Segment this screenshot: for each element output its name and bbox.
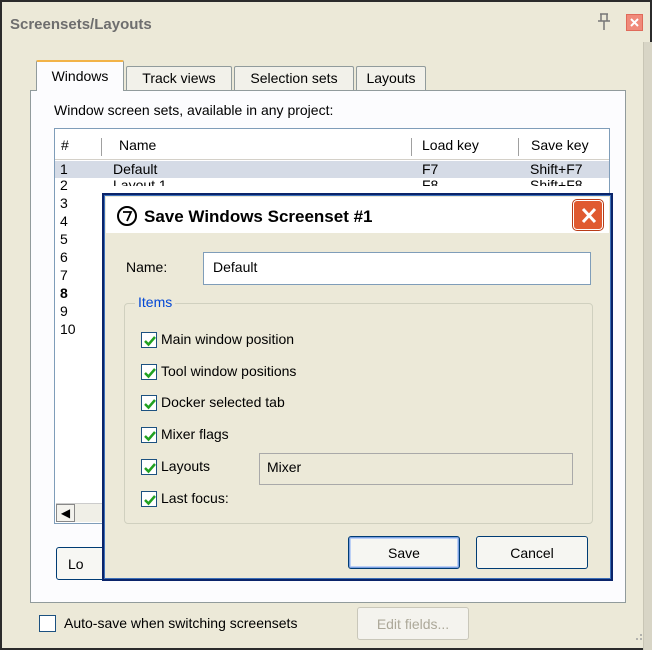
resize-grip-icon[interactable] xyxy=(632,630,644,642)
row-number[interactable]: 3 xyxy=(60,195,68,211)
tool-window-positions-checkbox[interactable] xyxy=(141,364,157,380)
row-number[interactable]: 5 xyxy=(60,231,68,247)
tab-track-views[interactable]: Track views xyxy=(126,66,232,90)
tab-windows[interactable]: Windows xyxy=(36,60,124,91)
column-header-number[interactable]: # xyxy=(61,129,69,159)
panel-scrollbar[interactable] xyxy=(643,42,652,650)
row-number[interactable]: 6 xyxy=(60,249,68,265)
row-number[interactable]: 7 xyxy=(60,267,68,283)
reaper-logo-icon xyxy=(116,205,138,227)
column-header-load-key[interactable]: Load key xyxy=(422,129,479,159)
docker-selected-tab-checkbox[interactable] xyxy=(141,395,157,411)
row-number[interactable]: 4 xyxy=(60,213,68,229)
autosave-label[interactable]: Auto-save when switching screensets xyxy=(64,615,297,631)
table-row[interactable]: Layout 1 F8 Shift+F8 xyxy=(55,177,609,186)
row-number[interactable]: 9 xyxy=(60,303,68,319)
column-divider xyxy=(411,138,412,156)
name-label: Name: xyxy=(126,259,168,275)
row-name: Default xyxy=(113,161,158,177)
checkmark-icon xyxy=(144,368,156,379)
table-row[interactable]: 1 Default F7 Shift+F7 xyxy=(55,161,609,178)
main-window-position-checkbox[interactable] xyxy=(141,332,157,348)
edit-fields-button: Edit fields... xyxy=(357,607,469,640)
row-load-key: F8 xyxy=(422,177,439,186)
row-name: Layout 1 xyxy=(113,177,167,186)
row-number: 1 xyxy=(60,161,68,177)
last-focus-field: Mixer xyxy=(259,453,573,485)
save-screenset-dialog: Save Windows Screenset #1 Name: Default … xyxy=(102,193,613,581)
tab-selection-sets[interactable]: Selection sets xyxy=(234,66,354,90)
header-divider xyxy=(55,159,609,160)
pin-icon[interactable] xyxy=(595,12,613,32)
last-focus-checkbox[interactable] xyxy=(141,491,157,507)
mixer-flags-label[interactable]: Mixer flags xyxy=(161,426,229,442)
last-focus-label[interactable]: Last focus: xyxy=(161,490,229,506)
column-divider xyxy=(518,138,519,156)
docker-selected-tab-label[interactable]: Docker selected tab xyxy=(161,394,285,410)
column-header-save-key[interactable]: Save key xyxy=(531,129,589,159)
close-icon[interactable] xyxy=(626,14,643,31)
row-number[interactable]: 10 xyxy=(60,321,76,337)
column-header-name[interactable]: Name xyxy=(119,129,156,159)
layouts-checkbox[interactable] xyxy=(141,459,157,475)
row-load-key: F7 xyxy=(422,161,439,177)
close-icon[interactable] xyxy=(573,200,603,230)
items-legend: Items xyxy=(135,294,176,310)
row-save-key: Shift+F8 xyxy=(530,177,583,186)
autosave-checkbox[interactable] xyxy=(39,615,56,632)
dialog-title: Save Windows Screenset #1 xyxy=(144,207,373,226)
main-window-position-label[interactable]: Main window position xyxy=(161,331,294,347)
layouts-label[interactable]: Layouts xyxy=(161,458,210,474)
name-input[interactable]: Default xyxy=(203,252,591,285)
tool-window-positions-label[interactable]: Tool window positions xyxy=(161,363,296,379)
row-number[interactable]: 2 xyxy=(60,177,68,193)
save-button[interactable]: Save xyxy=(348,536,460,569)
dialog-titlebar[interactable]: Save Windows Screenset #1 xyxy=(106,197,609,233)
tab-layouts[interactable]: Layouts xyxy=(356,66,426,90)
column-divider xyxy=(101,138,102,156)
cancel-button[interactable]: Cancel xyxy=(476,536,588,569)
scroll-left-icon[interactable]: ◀ xyxy=(56,504,75,522)
panel-title: Screensets/Layouts xyxy=(10,16,152,33)
checkmark-icon xyxy=(144,463,156,474)
checkmark-icon xyxy=(144,431,156,442)
checkmark-icon xyxy=(144,336,156,347)
row-number[interactable]: 8 xyxy=(60,285,68,301)
list-description: Window screen sets, available in any pro… xyxy=(54,102,334,118)
mixer-flags-checkbox[interactable] xyxy=(141,427,157,443)
checkmark-icon xyxy=(144,399,156,410)
row-save-key: Shift+F7 xyxy=(530,161,583,177)
checkmark-icon xyxy=(144,495,156,506)
